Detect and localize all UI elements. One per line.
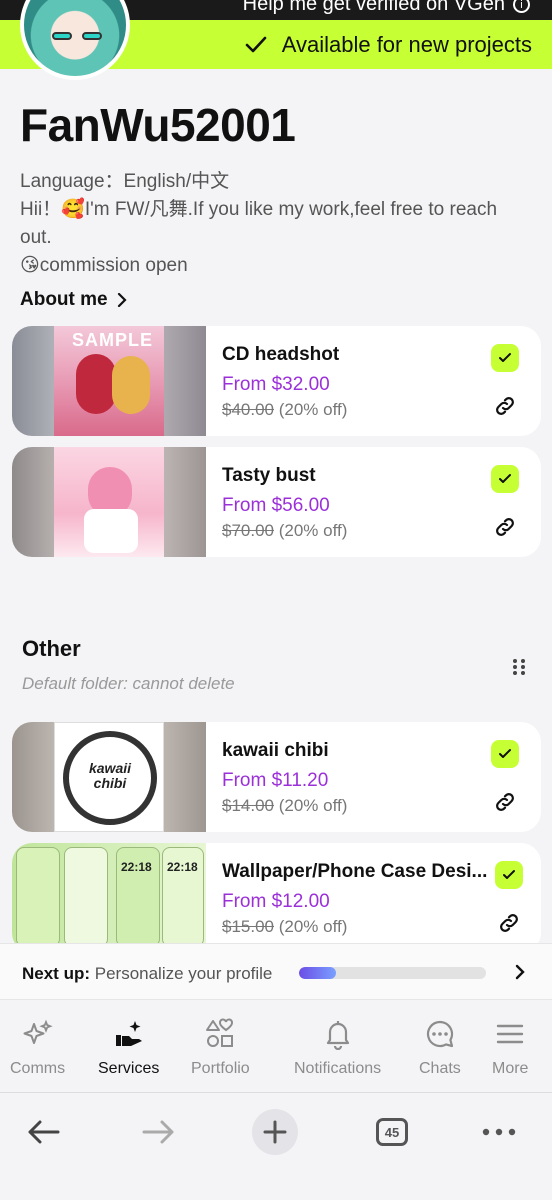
link-icon[interactable] [497,911,521,935]
service-price: From $56.00 [222,495,330,516]
service-original-price: $15.00 (20% off) [222,917,348,936]
chevron-right-icon [117,293,127,307]
nav-notifications[interactable]: Notifications [294,1018,381,1078]
next-up-text: Personalize your profile [94,964,273,983]
sample-watermark: SAMPLE [72,330,154,350]
link-icon[interactable] [493,394,517,418]
about-me-link[interactable]: About me [20,289,128,311]
service-card[interactable]: kawaii chibi kawaii chibi From $11.20 $1… [12,722,541,832]
checkmark-icon [245,36,267,52]
thumbnail-caption: kawaii chibi [88,760,132,791]
service-original-price: $14.00 (20% off) [222,796,348,815]
tabs-button[interactable]: 45 [369,1109,415,1155]
forward-button[interactable] [136,1109,182,1155]
service-card[interactable]: 22:18 22:18 Wallpaper/Phone Case Desi...… [12,843,541,953]
service-title: CD headshot [222,344,340,365]
checkmark-icon [503,870,515,879]
service-title: kawaii chibi [222,740,329,761]
folder-title: Other [22,636,81,661]
selected-checkbox[interactable] [495,861,523,889]
nav-more[interactable]: More [492,1018,528,1078]
service-price: From $11.20 [222,770,329,791]
checkmark-icon [499,474,511,483]
thumbnail-clock: 22:18 [121,860,152,874]
service-thumbnail [12,447,206,557]
folder-subtitle: Default folder: cannot delete [22,674,235,693]
plus-icon [263,1120,287,1144]
arrow-right-icon [142,1120,174,1144]
service-title: Tasty bust [222,465,316,486]
more-dots-icon [482,1128,516,1136]
username: FanWu52001 [20,99,296,151]
service-original-price: $70.00 (20% off) [222,521,348,540]
link-icon[interactable] [493,790,517,814]
checkmark-icon [499,749,511,758]
sparkles-icon [23,1019,53,1044]
service-price: From $32.00 [222,374,330,395]
about-me-label: About me [20,289,108,310]
browser-menu-button[interactable] [476,1109,522,1155]
shapes-icon [206,1018,234,1047]
tab-count: 45 [376,1118,408,1146]
browser-toolbar: 45 [0,1092,552,1200]
selected-checkbox[interactable] [491,740,519,768]
service-thumbnail: 22:18 22:18 [12,843,206,953]
bell-icon [326,1021,349,1050]
checkmark-icon [499,353,511,362]
nav-chats[interactable]: Chats [419,1018,461,1078]
new-tab-button[interactable] [252,1109,298,1155]
nav-portfolio[interactable]: Portfolio [191,1018,250,1078]
service-thumbnail: kawaii chibi [12,722,206,832]
service-card[interactable]: SAMPLE CD headshot From $32.00 $40.00 (2… [12,326,541,436]
bio-intro: Hii！🥰I'm FW/凡舞.If you like my work,feel … [20,199,498,248]
service-price: From $12.00 [222,891,330,912]
back-button[interactable] [20,1109,66,1155]
selected-checkbox[interactable] [491,344,519,372]
bio-commission: 😘commission open [20,255,188,276]
chat-bubble-icon [426,1020,453,1048]
info-icon[interactable]: i [513,0,530,13]
chevron-right-icon[interactable] [514,964,526,980]
bio: Language：English/中文 Hii！🥰I'm FW/凡舞.If yo… [20,168,532,280]
nav-comms[interactable]: Comms [10,1018,65,1078]
profile-progress-bar [299,967,486,979]
menu-icon [497,1024,524,1044]
bio-language: Language：English/中文 [20,171,230,192]
link-icon[interactable] [493,515,517,539]
selected-checkbox[interactable] [491,465,519,493]
service-original-price: $40.00 (20% off) [222,400,348,419]
service-title: Wallpaper/Phone Case Desi... [222,861,488,882]
verify-text: Help me get verified on VGen [242,0,505,15]
availability-text: Available for new projects [281,31,532,57]
next-up-label: Next up: [22,964,90,983]
service-thumbnail: SAMPLE [12,326,206,436]
hand-sparkle-icon [115,1021,142,1046]
drag-handle-icon[interactable] [512,658,526,676]
service-card[interactable]: Tasty bust From $56.00 $70.00 (20% off) [12,447,541,557]
arrow-left-icon [28,1120,60,1144]
bottom-navigation: Comms Services Portfolio Notifications C… [0,999,552,1091]
nav-services[interactable]: Services [98,1018,159,1078]
thumbnail-clock: 22:18 [167,860,198,874]
